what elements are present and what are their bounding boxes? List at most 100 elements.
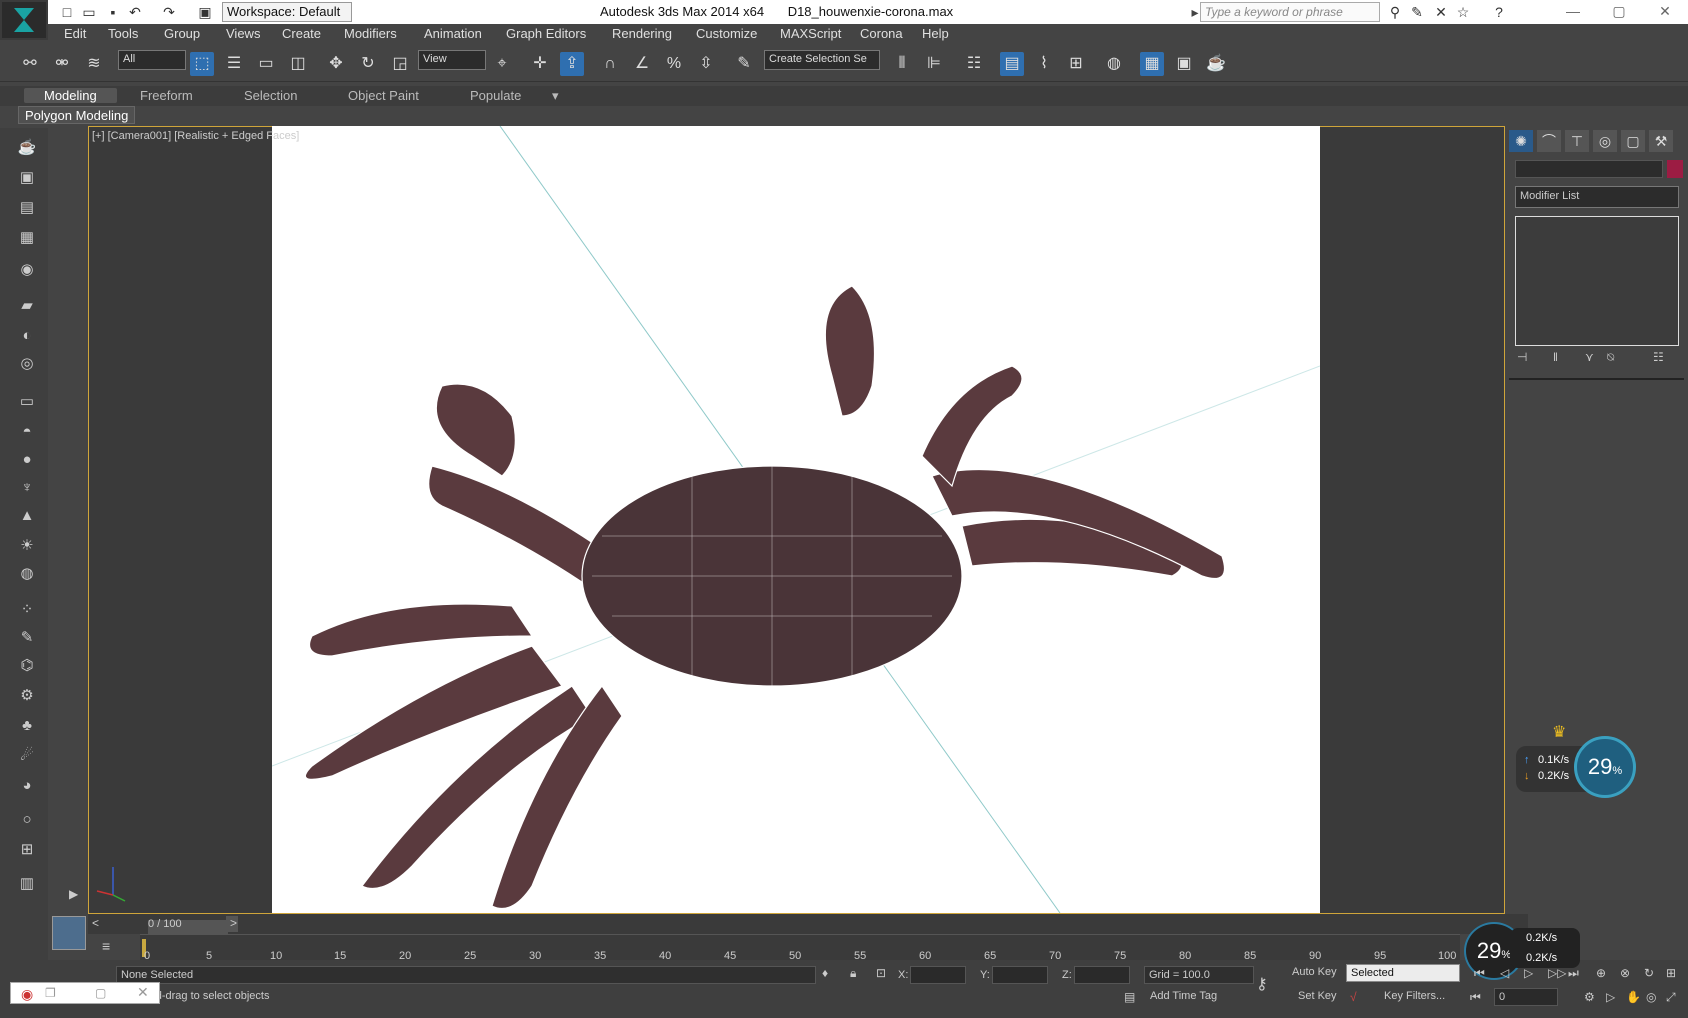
redo-icon[interactable]: ↷	[160, 3, 178, 21]
orbit-icon[interactable]: ↻	[1644, 966, 1654, 980]
menu-maxscript[interactable]: MAXScript	[780, 26, 841, 41]
communication-icon[interactable]: ✕	[1432, 3, 1450, 21]
select-manipulate-icon[interactable]: ✛	[528, 52, 552, 76]
favorites-icon[interactable]: ☆	[1454, 3, 1472, 21]
object-name-field[interactable]	[1515, 160, 1663, 178]
show-end-result-icon[interactable]: ‖	[1553, 350, 1558, 364]
search-input[interactable]: Type a keyword or phrase	[1200, 2, 1380, 22]
white-sphere-icon[interactable]: ○	[14, 808, 40, 832]
menu-group[interactable]: Group	[164, 26, 200, 41]
key-mode-toggle-icon[interactable]: ⏮	[1470, 990, 1481, 1005]
goto-start-icon[interactable]: ⏮	[1474, 966, 1485, 981]
menu-modifiers[interactable]: Modifiers	[344, 26, 397, 41]
material-editor-icon[interactable]: ◍	[1102, 52, 1126, 76]
selection-lock-icon[interactable]: 🔒︎	[850, 966, 856, 981]
gizmo-icon[interactable]: ⌬	[14, 654, 40, 678]
sun-icon[interactable]: ☀	[14, 534, 40, 558]
minimize-icon[interactable]: —	[1550, 0, 1596, 24]
object-color-swatch[interactable]	[1667, 160, 1683, 178]
align-icon[interactable]: ⊫	[922, 52, 946, 76]
modifier-stack[interactable]	[1515, 216, 1679, 346]
help-icon[interactable]: ?	[1490, 3, 1508, 21]
x-coordinate-field[interactable]	[910, 966, 966, 984]
prev-key-icon[interactable]: ◁	[1500, 966, 1509, 980]
undo-icon[interactable]: ↶	[126, 3, 144, 21]
time-config-icon[interactable]: ⚙	[1584, 990, 1595, 1004]
viewport-label[interactable]: [+] [Camera001] [Realistic + Edged Faces…	[92, 130, 299, 142]
dome-icon[interactable]: ◓	[14, 420, 40, 444]
next-key-icon[interactable]: ▷▷	[1548, 966, 1566, 980]
project-folder-icon[interactable]: ▣	[196, 3, 214, 21]
menu-edit[interactable]: Edit	[64, 26, 86, 41]
time-slider[interactable]: < >	[88, 914, 1528, 934]
dolly-icon[interactable]: ▷	[1606, 990, 1615, 1004]
window-crossing-icon[interactable]: ◫	[286, 52, 310, 76]
render-frame-icon[interactable]: ▣	[14, 166, 40, 190]
taskbar-preview[interactable]: ◉ ❐ ▢ ✕	[10, 982, 160, 1004]
particles-icon[interactable]: ⁘	[14, 598, 40, 622]
modifier-list-dropdown[interactable]: Modifier List	[1515, 186, 1679, 208]
create-tab-icon[interactable]: ✺	[1509, 130, 1533, 152]
remove-modifier-icon[interactable]: ⍉	[1607, 350, 1614, 365]
key-mode-icon[interactable]: √	[1350, 990, 1357, 1004]
maximize-viewport-icon[interactable]: ⤢	[1666, 990, 1676, 1005]
zoom-all-icon[interactable]: ⊗	[1620, 966, 1630, 980]
menu-create[interactable]: Create	[282, 26, 321, 41]
video-camera-icon[interactable]: ◎	[14, 352, 40, 376]
select-by-name-icon[interactable]: ☰	[222, 52, 246, 76]
prev-frame-icon[interactable]: <	[92, 916, 99, 930]
percent-snap-icon[interactable]: %	[662, 52, 686, 76]
rendered-frame-window-icon[interactable]: ▣	[1172, 52, 1196, 76]
record-icon[interactable]: ◉	[21, 986, 33, 1003]
selection-filter-dropdown[interactable]: All	[118, 50, 186, 70]
render-teapot-icon[interactable]: ☕	[1204, 52, 1228, 76]
set-key-button[interactable]: Set Key	[1298, 990, 1337, 1002]
restore-small-icon[interactable]: ❐	[45, 986, 56, 1000]
y-coordinate-field[interactable]	[992, 966, 1048, 984]
open-file-icon[interactable]: ▭	[80, 3, 98, 21]
menu-animation[interactable]: Animation	[424, 26, 482, 41]
make-unique-icon[interactable]: ⋎	[1585, 350, 1594, 364]
mirror-icon[interactable]: ⫴	[890, 52, 914, 76]
close-icon[interactable]: ✕	[1642, 0, 1688, 24]
absolute-mode-icon[interactable]: ⊡	[876, 966, 886, 980]
play-icon[interactable]: ▷	[1524, 966, 1533, 980]
graphite-ribbon-icon[interactable]: ▤	[1000, 52, 1024, 76]
hair-fur-icon[interactable]: ☄	[14, 744, 40, 768]
goto-end-icon[interactable]: ⏭	[1568, 966, 1579, 981]
new-file-icon[interactable]: □	[58, 3, 76, 21]
cpu-percent-gauge[interactable]: 29%	[1574, 736, 1636, 798]
close-small-icon[interactable]: ✕	[137, 984, 149, 1001]
zoom-icon[interactable]: ⊕	[1596, 966, 1606, 980]
fov-icon[interactable]: ⊞	[1666, 966, 1676, 980]
document-icon[interactable]: ▤	[14, 196, 40, 220]
bind-space-warp-icon[interactable]: ≋	[82, 52, 106, 76]
scale-icon[interactable]: ◲	[388, 52, 412, 76]
current-frame-field[interactable]: 0	[1494, 988, 1558, 1006]
maximize-small-icon[interactable]: ▢	[95, 986, 106, 1000]
move-icon[interactable]: ✥	[324, 52, 348, 76]
rendered-scene[interactable]	[272, 126, 1320, 913]
modify-tab-icon[interactable]: ⌒	[1537, 130, 1561, 152]
named-selection-sets-dropdown[interactable]: Create Selection Se	[764, 50, 880, 70]
link-icon[interactable]: ⚯	[18, 52, 42, 76]
key-filters-button[interactable]: Key Filters...	[1384, 990, 1445, 1002]
display-tab-icon[interactable]: ▢	[1621, 130, 1645, 152]
sphere-icon[interactable]: ●	[14, 448, 40, 472]
gold-sphere-icon[interactable]: ◍	[14, 562, 40, 586]
rotate-icon[interactable]: ↻	[356, 52, 380, 76]
schematic-view-icon[interactable]: ⊞	[1064, 52, 1088, 76]
menu-views[interactable]: Views	[226, 26, 260, 41]
workspace-dropdown[interactable]: Workspace: Default	[222, 2, 352, 22]
shell-icon[interactable]: ◕	[14, 774, 40, 798]
plane-icon[interactable]: ▭	[14, 390, 40, 414]
restore-icon[interactable]: ▢	[1596, 0, 1642, 24]
binoculars-icon[interactable]: ⚲	[1386, 3, 1404, 21]
unlink-icon[interactable]: ⚮	[50, 52, 74, 76]
set-keys-icon[interactable]: ⚷	[1256, 974, 1268, 994]
pivot-center-icon[interactable]: ⌖	[490, 52, 514, 76]
save-icon[interactable]: ▪	[104, 3, 122, 21]
layer-manager-icon[interactable]: ☷	[962, 52, 986, 76]
cone-icon[interactable]: ▲	[14, 504, 40, 528]
rectangular-selection-icon[interactable]: ▭	[254, 52, 278, 76]
